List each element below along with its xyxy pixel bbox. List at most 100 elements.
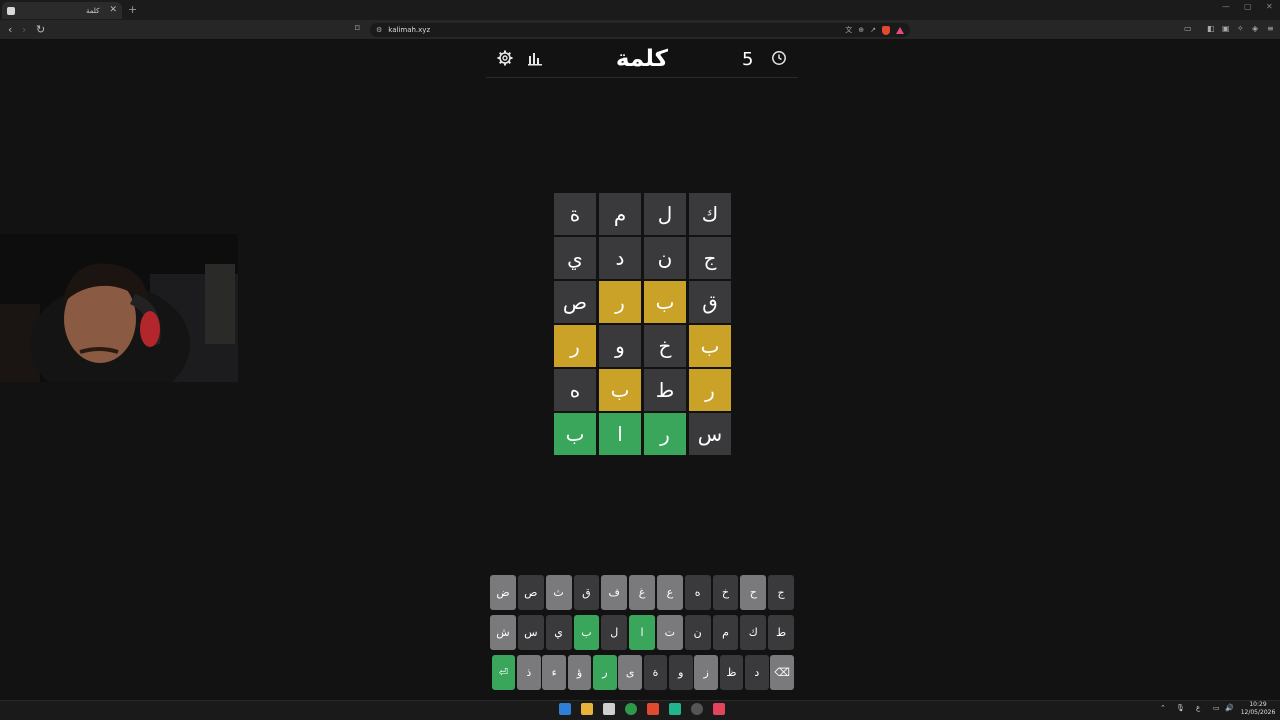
brave-rewards-icon[interactable] bbox=[896, 26, 904, 34]
keyboard-key[interactable]: ث bbox=[545, 575, 572, 610]
browser-tab[interactable]: كلمة ✕ bbox=[2, 2, 122, 19]
keyboard-key[interactable]: ؤ bbox=[567, 655, 592, 690]
extensions-icon[interactable]: ✧ bbox=[1237, 24, 1244, 33]
streak-count: 5 bbox=[742, 49, 754, 70]
keyboard-key[interactable]: ي bbox=[545, 615, 572, 650]
forward-icon[interactable]: › bbox=[22, 23, 26, 37]
keyboard-key[interactable]: و bbox=[668, 655, 693, 690]
clock-date: 12/05/2026 bbox=[1240, 709, 1276, 716]
keyboard-key[interactable]: ذ bbox=[516, 655, 541, 690]
keyboard-key[interactable]: ه bbox=[684, 575, 711, 610]
keyboard-row: جحخهعغفقثصض bbox=[490, 575, 794, 610]
board-tile: ي bbox=[554, 237, 596, 279]
keyboard-key[interactable]: م bbox=[712, 615, 739, 650]
app-icon-2[interactable] bbox=[713, 703, 725, 715]
site-info-icon[interactable]: ⚙ bbox=[376, 26, 382, 34]
board-tile: ر bbox=[644, 413, 686, 455]
store-icon[interactable] bbox=[603, 703, 615, 715]
network-icon[interactable]: ▭ bbox=[1213, 704, 1220, 712]
new-tab-button[interactable]: + bbox=[128, 3, 137, 16]
share-icon[interactable]: ↗ bbox=[870, 26, 876, 34]
keyboard-key[interactable]: س bbox=[517, 615, 544, 650]
board-tile: ك bbox=[689, 193, 731, 235]
board-tile: ر bbox=[599, 281, 641, 323]
start-icon[interactable] bbox=[559, 703, 571, 715]
keyboard-key[interactable]: ة bbox=[643, 655, 668, 690]
board-tile: ب bbox=[599, 369, 641, 411]
vpn-icon[interactable]: ◈ bbox=[1252, 24, 1258, 33]
keyboard-key[interactable]: ط bbox=[768, 615, 794, 650]
bookmark-icon[interactable]: ⌑ bbox=[355, 24, 360, 34]
brave-shields-icon[interactable] bbox=[882, 25, 890, 35]
split-view-icon[interactable]: ◧ bbox=[1207, 24, 1215, 33]
keyboard-key[interactable]: ن bbox=[684, 615, 711, 650]
reload-icon[interactable]: ↻ bbox=[36, 23, 45, 37]
keyboard-key[interactable]: ح bbox=[740, 575, 767, 610]
board-tile: ب bbox=[644, 281, 686, 323]
tray-chevron-icon[interactable]: ⌃ bbox=[1160, 704, 1166, 712]
keyboard-key[interactable]: ا bbox=[629, 615, 655, 650]
backspace-key[interactable]: ⌫ bbox=[770, 655, 794, 690]
board-tile: س bbox=[689, 413, 731, 455]
volume-icon[interactable]: 🔊 bbox=[1225, 704, 1234, 712]
app-icon[interactable] bbox=[669, 703, 681, 715]
keyboard-key[interactable]: ص bbox=[517, 575, 544, 610]
keyboard-key[interactable]: ش bbox=[490, 615, 516, 650]
board-tile: ه bbox=[554, 369, 596, 411]
keyboard-key[interactable]: ظ bbox=[719, 655, 744, 690]
keyboard-key[interactable]: ت bbox=[656, 615, 683, 650]
chrome-icon[interactable] bbox=[625, 703, 637, 715]
translate-icon[interactable]: 文 bbox=[845, 25, 852, 35]
keyboard-key[interactable]: ء bbox=[542, 655, 567, 690]
keyboard-key[interactable]: غ bbox=[629, 575, 655, 610]
close-window-icon[interactable]: ✕ bbox=[1266, 2, 1273, 11]
board-tile: ج bbox=[689, 237, 731, 279]
keyboard-key[interactable]: ز bbox=[694, 655, 719, 690]
keyboard-key[interactable]: ك bbox=[740, 615, 767, 650]
board-tile: ق bbox=[689, 281, 731, 323]
game-header: كلمة 5 bbox=[486, 42, 798, 78]
keyboard-key[interactable]: ل bbox=[601, 615, 628, 650]
keyboard-key[interactable]: ج bbox=[768, 575, 794, 610]
back-icon[interactable]: ‹ bbox=[8, 23, 12, 37]
keyboard-key[interactable]: ع bbox=[656, 575, 683, 610]
board-tile: د bbox=[599, 237, 641, 279]
board-tile: ن bbox=[644, 237, 686, 279]
keyboard-key[interactable]: د bbox=[744, 655, 769, 690]
keyboard-key[interactable]: ض bbox=[490, 575, 516, 610]
board-tile: ة bbox=[554, 193, 596, 235]
board-tile: خ bbox=[644, 325, 686, 367]
wallet-icon[interactable]: ▣ bbox=[1222, 24, 1230, 33]
browser-tabbar: كلمة ✕ + — ▢ ✕ bbox=[0, 0, 1280, 20]
board-tile: و bbox=[599, 325, 641, 367]
brave-icon[interactable] bbox=[647, 703, 659, 715]
site-favicon-icon bbox=[7, 6, 15, 15]
keyboard-row: طكمنتالبيسش bbox=[490, 615, 794, 650]
maximize-icon[interactable]: ▢ bbox=[1244, 2, 1252, 11]
keyboard-key[interactable]: ق bbox=[573, 575, 600, 610]
tab-close-icon[interactable]: ✕ bbox=[109, 6, 117, 15]
keyboard-key[interactable]: ى bbox=[618, 655, 643, 690]
sidebar-icon[interactable]: ▭ bbox=[1184, 24, 1192, 33]
tray-language[interactable]: ع bbox=[1196, 704, 1200, 712]
file-explorer-icon[interactable] bbox=[581, 703, 593, 715]
on-screen-keyboard: ج ح خ ه ع غ ف ق ث ص ض ط ك م ن ت ا ل ب ي س ش ⌫ د ظ ز و ة ى ر ؤ ء ذ ⏎ bbox=[490, 575, 794, 695]
address-bar[interactable]: ⚙ kalimah.xyz 文 ⊕ ↗ bbox=[370, 23, 910, 37]
board-tile: ص bbox=[554, 281, 596, 323]
board-tile: ط bbox=[644, 369, 686, 411]
keyboard-key[interactable]: ب bbox=[573, 615, 600, 650]
keyboard-key[interactable]: ف bbox=[601, 575, 628, 610]
enter-key[interactable]: ⏎ bbox=[491, 655, 516, 690]
menu-icon[interactable]: ≡ bbox=[1267, 24, 1274, 33]
keyboard-key[interactable]: خ bbox=[712, 575, 739, 610]
microphone-icon[interactable]: 🎙 bbox=[1176, 704, 1185, 712]
board-tile: ب bbox=[554, 413, 596, 455]
system-clock[interactable]: 10:29 12/05/2026 bbox=[1238, 701, 1278, 717]
url-text[interactable]: kalimah.xyz bbox=[388, 26, 839, 34]
keyboard-key[interactable]: ر bbox=[592, 655, 617, 690]
clock-help-icon[interactable] bbox=[771, 50, 787, 70]
minimize-icon[interactable]: — bbox=[1222, 2, 1230, 11]
obs-icon[interactable] bbox=[691, 703, 703, 715]
zoom-icon[interactable]: ⊕ bbox=[858, 26, 864, 34]
board-tile: ا bbox=[599, 413, 641, 455]
